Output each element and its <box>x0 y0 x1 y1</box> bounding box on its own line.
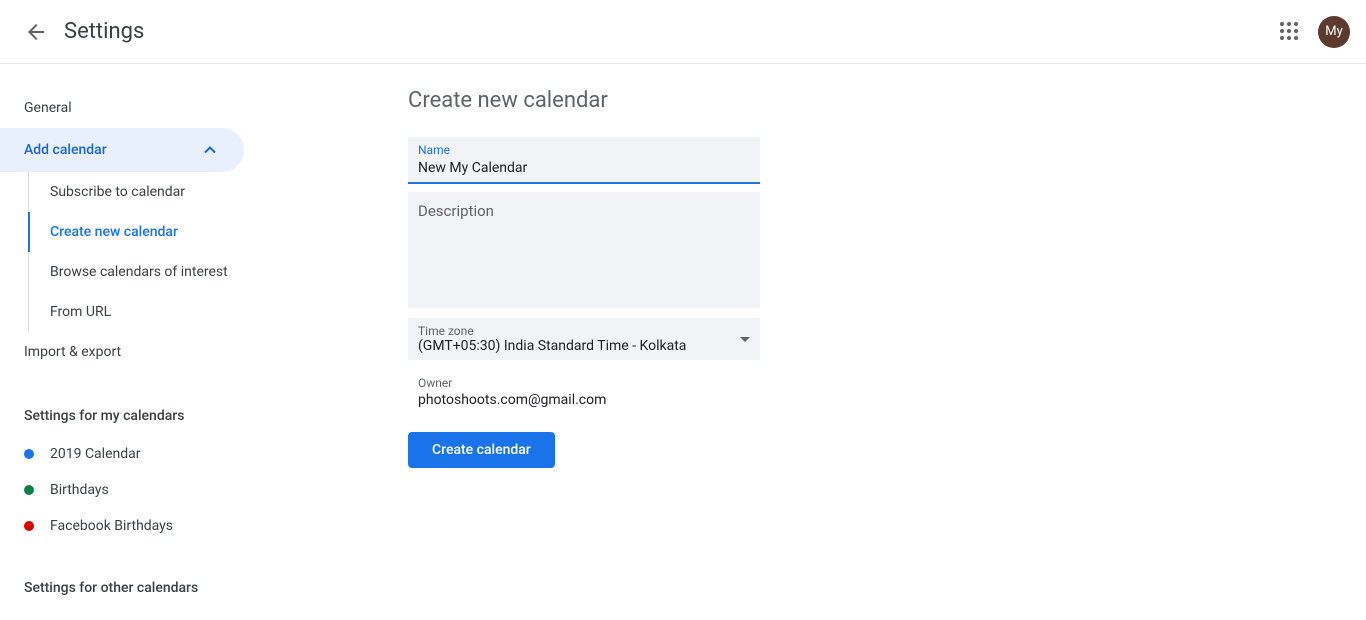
calendar-color-icon <box>24 485 34 495</box>
dropdown-arrow-icon <box>740 337 750 342</box>
sidebar-item-browse[interactable]: Browse calendars of interest <box>28 252 260 292</box>
back-arrow-icon[interactable] <box>24 20 48 44</box>
chevron-up-icon <box>200 140 220 160</box>
sidebar-item-import-export[interactable]: Import & export <box>0 332 260 372</box>
name-field-group[interactable]: Name <box>408 137 760 184</box>
timezone-content: Time zone (GMT+05:30) India Standard Tim… <box>418 324 740 354</box>
content: General Add calendar Subscribe to calend… <box>0 64 1366 608</box>
description-label: Description <box>418 202 750 220</box>
other-calendars-header: Settings for other calendars <box>0 568 260 608</box>
timezone-select[interactable]: Time zone (GMT+05:30) India Standard Tim… <box>408 318 760 360</box>
calendar-item[interactable]: 2019 Calendar <box>0 436 260 472</box>
main-content: Create new calendar Name Description Tim… <box>260 64 1366 608</box>
avatar[interactable]: My <box>1318 16 1350 48</box>
calendar-label: Facebook Birthdays <box>50 518 173 534</box>
sidebar-item-label: Add calendar <box>24 142 107 158</box>
header-left: Settings <box>24 19 144 44</box>
sidebar-sub-items: Subscribe to calendar Create new calenda… <box>28 172 260 332</box>
sidebar: General Add calendar Subscribe to calend… <box>0 64 260 608</box>
sidebar-item-create-new[interactable]: Create new calendar <box>28 212 260 252</box>
sidebar-item-subscribe[interactable]: Subscribe to calendar <box>28 172 260 212</box>
header: Settings My <box>0 0 1366 64</box>
page-title: Settings <box>64 19 144 44</box>
calendar-item[interactable]: Facebook Birthdays <box>0 508 260 544</box>
calendar-color-icon <box>24 521 34 531</box>
calendar-label: 2019 Calendar <box>50 446 141 462</box>
owner-label: Owner <box>418 376 1356 390</box>
calendar-item[interactable]: Birthdays <box>0 472 260 508</box>
calendar-label: Birthdays <box>50 482 109 498</box>
my-calendars-header: Settings for my calendars <box>0 396 260 436</box>
sidebar-item-add-calendar[interactable]: Add calendar <box>0 128 244 172</box>
timezone-label: Time zone <box>418 324 740 338</box>
main-title: Create new calendar <box>408 88 1366 113</box>
description-field-group[interactable]: Description <box>408 192 760 308</box>
calendar-color-icon <box>24 449 34 459</box>
sidebar-item-from-url[interactable]: From URL <box>28 292 260 332</box>
apps-icon[interactable] <box>1278 20 1302 44</box>
sidebar-item-general[interactable]: General <box>0 88 260 128</box>
owner-value: photoshoots.com@gmail.com <box>418 392 1356 408</box>
owner-group: Owner photoshoots.com@gmail.com <box>408 376 1366 408</box>
name-input[interactable] <box>418 158 750 178</box>
timezone-value: (GMT+05:30) India Standard Time - Kolkat… <box>418 338 740 354</box>
create-calendar-button[interactable]: Create calendar <box>408 432 555 468</box>
name-label: Name <box>418 143 750 157</box>
header-right: My <box>1278 16 1350 48</box>
